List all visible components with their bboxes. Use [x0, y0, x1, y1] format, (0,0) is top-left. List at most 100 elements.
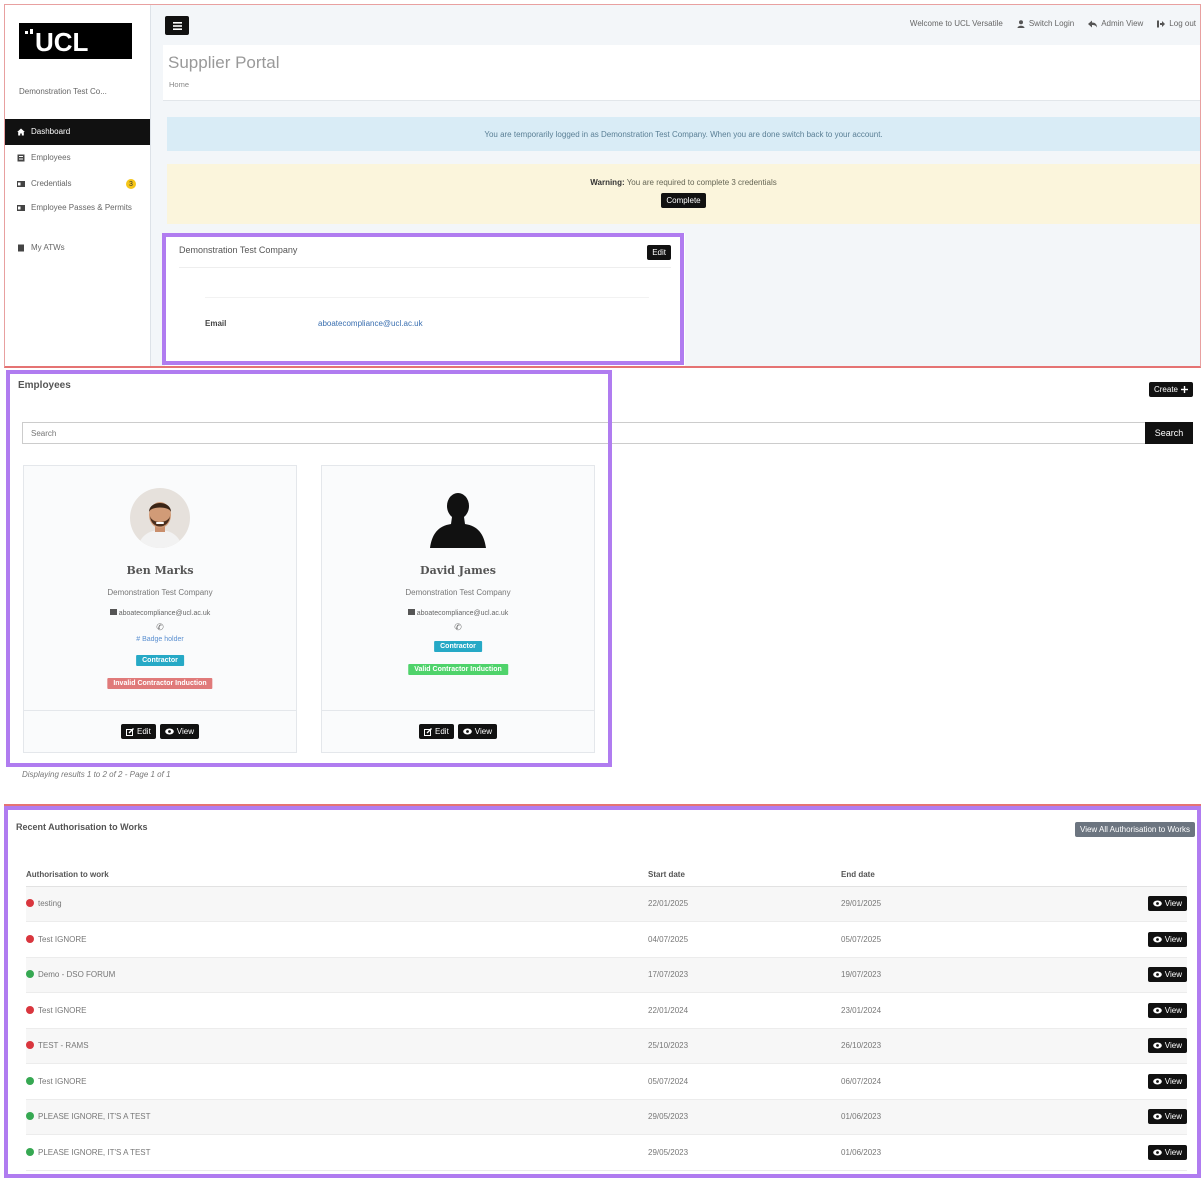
view-atw-button[interactable]: View — [1147, 967, 1187, 983]
employees-panel: Employees Create Search Ben Marks Demons… — [4, 370, 1201, 806]
actions-cell: View — [1041, 1134, 1187, 1171]
view-employee-button[interactable]: View — [457, 724, 497, 739]
end-date-cell: 01/06/2023 — [841, 1134, 1041, 1171]
view-atw-button[interactable]: View — [1147, 1073, 1187, 1089]
warning-text: You are required to complete 3 credentia… — [626, 178, 777, 187]
end-date-cell: 26/10/2023 — [841, 1028, 1041, 1064]
edit-employee-button[interactable]: Edit — [121, 724, 156, 739]
status-dot-icon — [26, 1005, 34, 1014]
actions-cell: View — [1041, 1099, 1187, 1135]
employee-company: Demonstration Test Company — [107, 588, 213, 597]
email-label: Email — [205, 319, 227, 328]
top-navigation: Welcome to UCL Versatile Switch Login Ad… — [910, 19, 1196, 28]
employee-email[interactable]: aboatecompliance@ucl.ac.uk — [24, 609, 296, 617]
sidebar-item-my-atws[interactable]: My ATWs — [5, 235, 150, 261]
employee-card: David James Demonstration Test Company a… — [321, 465, 595, 753]
view-atw-button[interactable]: View — [1147, 1002, 1187, 1018]
start-date-cell: 29/05/2023 — [648, 1099, 841, 1135]
view-atw-button[interactable]: View — [1147, 1109, 1187, 1125]
employee-search: Search — [22, 422, 1193, 444]
atw-name-cell: PLEASE IGNORE, IT'S A TEST — [26, 1134, 648, 1171]
status-dot-icon — [26, 970, 34, 979]
table-header-row: Authorisation to work Start date End dat… — [26, 864, 1187, 887]
view-atw-button[interactable]: View — [1147, 931, 1187, 947]
view-label: View — [1164, 1147, 1182, 1157]
eye-icon — [1152, 1149, 1162, 1156]
user-icon — [1017, 19, 1025, 28]
edit-employee-button[interactable]: Edit — [419, 724, 454, 739]
create-employee-button[interactable]: Create — [1148, 382, 1193, 397]
company-card-title: Demonstration Test Company — [179, 245, 298, 255]
id-card-icon — [17, 181, 25, 187]
atw-name: Demo - DSO FORUM — [38, 970, 116, 980]
ucl-logo[interactable]: UCL — [19, 23, 132, 59]
sidebar-item-label: Credentials — [31, 179, 72, 188]
column-header: Start date — [648, 864, 841, 887]
status-dot-icon — [26, 1076, 34, 1085]
search-button[interactable]: Search — [1145, 422, 1193, 444]
sidebar-item-label: Employee Passes & Permits — [31, 203, 132, 212]
start-date-cell: 17/07/2023 — [648, 957, 841, 993]
employee-email-text: aboatecompliance@ucl.ac.uk — [118, 610, 211, 617]
atw-table: Authorisation to work Start date End dat… — [26, 864, 1187, 1171]
view-atw-button[interactable]: View — [1147, 896, 1187, 912]
email-link[interactable]: aboatecompliance@ucl.ac.uk — [318, 319, 423, 328]
log-out-link[interactable]: Log out — [1157, 19, 1196, 28]
view-employee-button[interactable]: View — [159, 724, 199, 739]
admin-view-link[interactable]: Admin View — [1088, 19, 1143, 28]
view-all-atw-button[interactable]: View All Authorisation to Works — [1075, 822, 1195, 837]
file-icon — [18, 244, 24, 252]
table-row: PLEASE IGNORE, IT'S A TEST 29/05/2023 01/0… — [26, 1099, 1187, 1135]
view-label: View — [1164, 970, 1182, 980]
search-input[interactable] — [22, 422, 1145, 444]
eye-icon — [1152, 1042, 1162, 1049]
eye-icon — [1152, 936, 1162, 943]
start-date-cell: 22/01/2025 — [648, 886, 841, 922]
role-tag: Contractor — [434, 641, 482, 652]
svg-text:UCL: UCL — [35, 27, 89, 55]
atw-name-cell: PLEASE IGNORE, IT'S A TEST — [26, 1099, 648, 1135]
eye-icon — [164, 728, 174, 735]
view-atw-button[interactable]: View — [1147, 1038, 1187, 1054]
actions-cell: View — [1041, 957, 1187, 993]
employee-photo — [130, 488, 190, 548]
employee-name: Ben Marks — [126, 564, 194, 577]
employee-email[interactable]: aboatecompliance@ucl.ac.uk — [322, 609, 594, 617]
sidebar-item-dashboard[interactable]: Dashboard — [5, 119, 150, 145]
start-date-cell: 22/01/2024 — [648, 992, 841, 1029]
log-out-label: Log out — [1169, 19, 1196, 28]
view-label: View — [176, 727, 194, 736]
company-card: Demonstration Test Company Edit Email ab… — [165, 233, 685, 366]
sidebar-item-passes-permits[interactable]: Employee Passes & Permits — [5, 197, 150, 235]
sign-out-icon — [1157, 20, 1166, 27]
actions-cell: View — [1041, 1063, 1187, 1100]
end-date-cell: 19/07/2023 — [841, 957, 1041, 993]
view-label: View — [1164, 899, 1182, 909]
table-row: TEST - RAMS 25/10/2023 26/10/2023 View — [26, 1028, 1187, 1064]
home-icon — [17, 128, 25, 136]
sidebar-item-employees[interactable]: Employees — [5, 145, 150, 171]
breadcrumb[interactable]: Home — [169, 80, 189, 89]
table-row: Test IGNORE 22/01/2024 23/01/2024 View — [26, 992, 1187, 1029]
view-atw-button[interactable]: View — [1147, 1144, 1187, 1160]
status-dot-icon — [26, 1147, 34, 1156]
users-icon — [17, 154, 25, 162]
main-content: Welcome to UCL Versatile Switch Login Ad… — [152, 5, 1200, 366]
view-label: View — [474, 727, 492, 736]
switch-login-link[interactable]: Switch Login — [1017, 19, 1074, 28]
phone-icon: ✆ — [156, 622, 164, 632]
employee-company: Demonstration Test Company — [405, 588, 511, 597]
status-dot-icon — [26, 899, 34, 908]
card-actions: Edit View — [24, 710, 296, 752]
edit-company-button[interactable]: Edit — [647, 245, 671, 260]
view-label: View — [1164, 934, 1182, 944]
sidebar-item-credentials[interactable]: Credentials 3 — [5, 171, 150, 197]
menu-toggle-button[interactable] — [165, 16, 189, 35]
end-date-cell: 05/07/2025 — [841, 921, 1041, 958]
atw-name-cell: Test IGNORE — [26, 1063, 648, 1100]
start-date-cell: 05/07/2024 — [648, 1063, 841, 1100]
eye-icon — [1152, 900, 1162, 907]
badge-holder-text: # Badge holder — [136, 636, 184, 643]
complete-button[interactable]: Complete — [661, 193, 706, 208]
divider — [179, 267, 671, 268]
